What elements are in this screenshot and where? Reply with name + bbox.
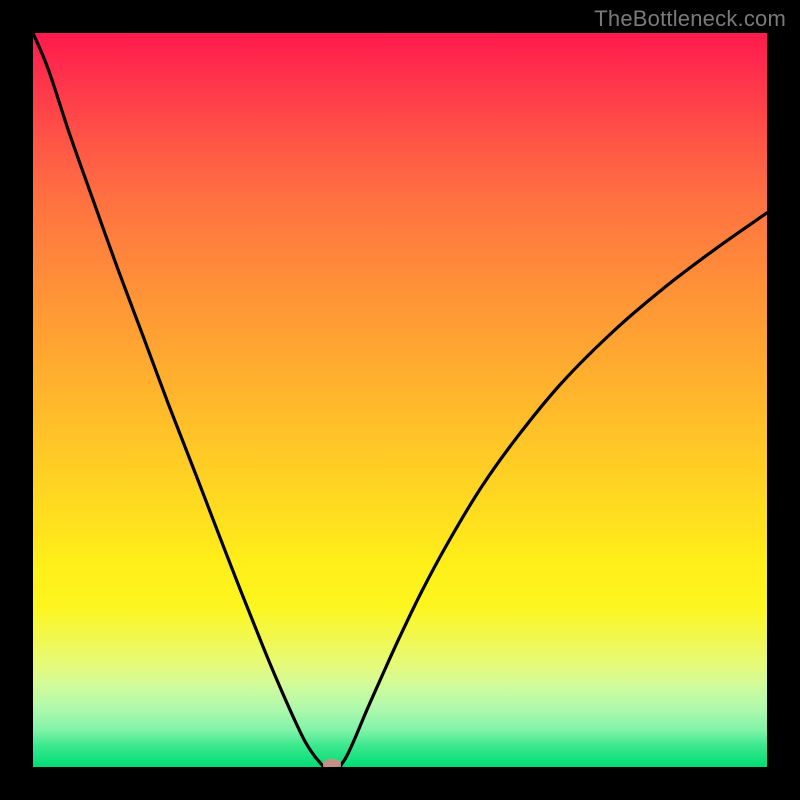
chart-frame: TheBottleneck.com (0, 0, 800, 800)
curve-left-branch (33, 33, 324, 767)
minimum-marker (323, 759, 341, 767)
watermark-text: TheBottleneck.com (594, 6, 786, 32)
plot-area (33, 33, 767, 767)
curve-right-branch (340, 213, 767, 767)
bottleneck-curve (33, 33, 767, 767)
